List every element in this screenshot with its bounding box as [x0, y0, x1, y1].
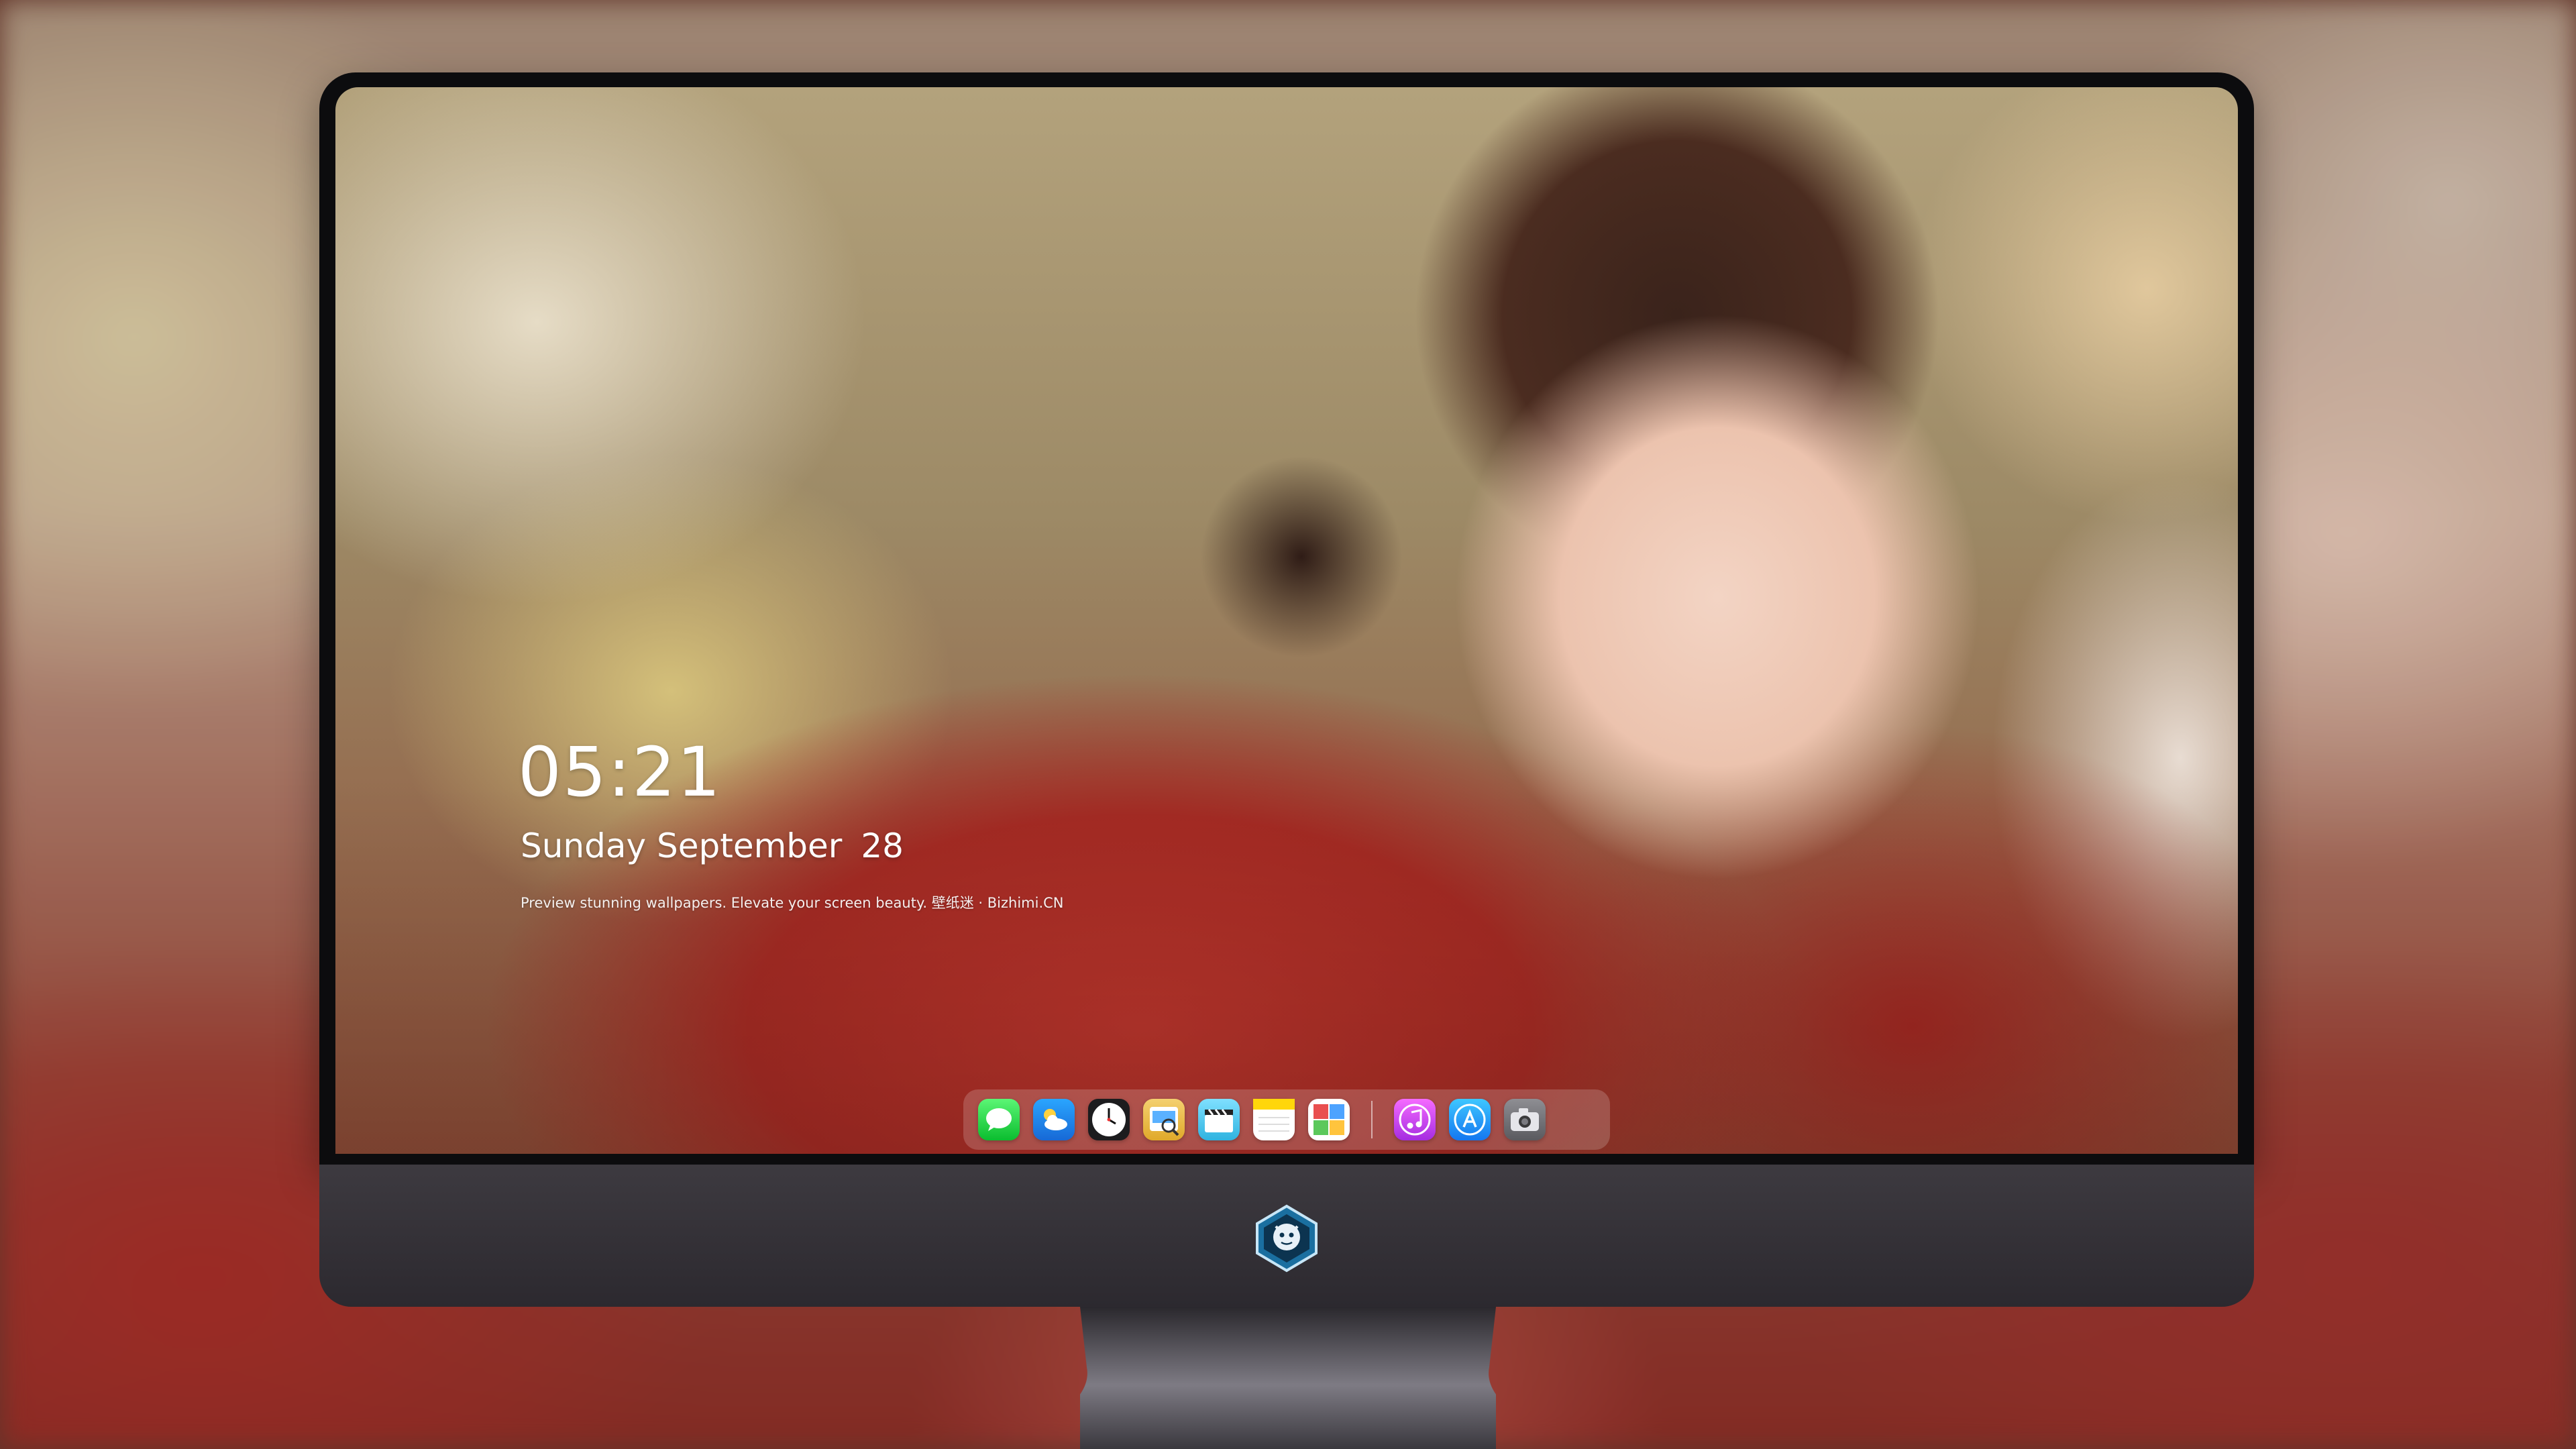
itunes-icon[interactable]: [1394, 1099, 1436, 1140]
notes-icon[interactable]: [1253, 1099, 1295, 1140]
lock-date: Sunday September 28: [521, 826, 904, 865]
camera-icon[interactable]: [1504, 1099, 1546, 1140]
bizhimi-logo: [1256, 1204, 1318, 1273]
monitor-stand: [1080, 1307, 1496, 1449]
clips-icon[interactable]: [1198, 1099, 1240, 1140]
weather-icon[interactable]: [1033, 1099, 1075, 1140]
lock-screen: 05:21 Sunday September 28 Preview stunnin…: [335, 87, 2238, 1154]
preview-icon[interactable]: [1143, 1099, 1185, 1140]
monitor-bezel: 05:21 Sunday September 28 Preview stunnin…: [319, 72, 2254, 1165]
dock: [963, 1089, 1610, 1150]
monitor: 05:21 Sunday September 28 Preview stunnin…: [319, 72, 2254, 1307]
wallpaper-caption: Preview stunning wallpapers. Elevate you…: [521, 895, 1064, 911]
clock-icon[interactable]: [1088, 1099, 1130, 1140]
messages-icon[interactable]: [978, 1099, 1020, 1140]
photo-booth-icon[interactable]: [1308, 1099, 1350, 1140]
dock-separator: [1371, 1101, 1373, 1138]
lock-clock: 05:21: [518, 733, 722, 812]
lock-date-weekday-month: Sunday September: [521, 826, 843, 865]
app-store-icon[interactable]: [1449, 1099, 1491, 1140]
lock-date-day: 28: [861, 826, 904, 865]
